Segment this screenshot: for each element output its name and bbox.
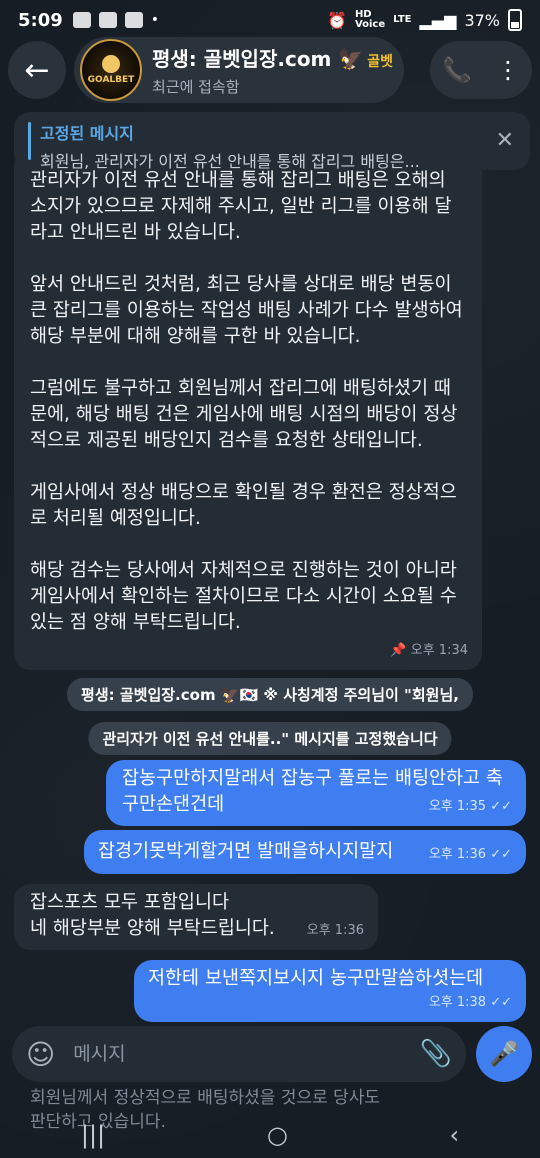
message-outgoing[interactable]: 저한테 보낸쪽지보시지 농구만말씀하셧는데 오후 1:38 ✓✓ <box>134 960 526 1022</box>
name-tag: 골벳 <box>367 54 394 70</box>
back-button[interactable]: ← <box>8 41 66 99</box>
system-icons: ⏰ HD Voice LTE ▂▄▆ 37% <box>327 9 522 31</box>
message-text: 잡경기못박게할거면 발매을하시지말지 <box>98 841 394 862</box>
message-time: 오후 1:36 ✓✓ <box>428 847 512 862</box>
message-paragraph: 게임사에서 정상 배당으로 확인될 경우 환전은 정상적으로 처리될 예정입니다… <box>30 482 457 529</box>
message-incoming[interactable]: 잡스포츠 모두 포함입니다 네 해당부분 양해 부탁드립니다. 오후 1:36 <box>14 884 378 950</box>
message-paragraph: 그럼에도 불구하고 회원님께서 잡리그에 배팅하셨기 때문에, 해당 배팅 건은… <box>30 378 458 451</box>
notification-icons: • <box>72 12 160 28</box>
message-outgoing[interactable]: 잡경기못박게할거면 발매을하시지말지 오후 1:36 ✓✓ <box>84 830 526 874</box>
message-text: 잡스포츠 모두 포함입니다 <box>30 892 229 913</box>
dot-icon: • <box>150 12 160 28</box>
pinned-title: 고정된 메시지 <box>40 124 134 143</box>
message-paragraph: 해당 검수는 당사에서 자체적으로 진행하는 것이 아니라 게임사에서 확인하는… <box>30 560 457 633</box>
smiley-icon[interactable]: ☺ <box>26 1038 55 1071</box>
alarm-icon: ⏰ <box>327 10 347 30</box>
pinned-preview: 회원님, 관리자가 이전 유선 안내를 통해 잡리그 배팅은... <box>40 152 420 171</box>
network-indicator: LTE <box>393 14 412 25</box>
gallery-notification-icon <box>98 12 117 28</box>
underlay-line: 회원님께서 정상적으로 배팅하셨을 것으로 당사도 <box>30 1088 381 1108</box>
battery-icon <box>508 9 522 31</box>
message-text: 저한테 보낸쪽지보시지 농구만말씀하셧는데 <box>148 968 484 989</box>
message-time: 📌 오후 1:34 <box>390 643 468 658</box>
app-notification-icon <box>72 12 91 28</box>
service-message: 관리자가 이전 유선 안내를.." 메시지를 고정했습니다 <box>88 722 452 755</box>
system-nav-bar: ||| ○ ‹ <box>0 1112 540 1158</box>
eagle-icon: 🦅 <box>331 47 364 71</box>
back-nav-icon[interactable]: ‹ <box>450 1121 460 1149</box>
message-paragraph: 관리자가 이전 유선 안내를 통해 잡리그 배팅은 오해의 소지가 있으므로 자… <box>30 170 452 243</box>
pin-icon: 📌 <box>390 643 411 658</box>
paperclip-icon[interactable]: 📎 <box>420 1039 452 1069</box>
avatar-label: GOALBET <box>87 75 135 85</box>
last-seen: 최근에 접속함 <box>152 78 240 96</box>
recents-icon[interactable]: ||| <box>81 1121 105 1149</box>
clock: 5:09 <box>18 9 63 31</box>
close-icon[interactable]: ✕ <box>496 128 514 153</box>
chat-header: ← GOALBET 평생: 골벳입장.com 🦅 골벳 최근에 접속함 📞 ⋮ <box>8 34 532 106</box>
message-input[interactable] <box>73 1043 394 1065</box>
status-bar: 5:09 • ⏰ HD Voice LTE ▂▄▆ 37% <box>0 0 540 40</box>
message-incoming-long[interactable]: 관리자가 이전 유선 안내를 통해 잡리그 배팅은 오해의 소지가 있으므로 자… <box>14 150 482 670</box>
message-paragraph: 앞서 안내드린 것처럼, 최근 당사를 상대로 배당 변동이 큰 잡리그를 이용… <box>30 274 463 347</box>
service-message: 평생: 골벳입장.com 🦅🇰🇷 ※ 사칭계정 주의님이 "회원님, <box>67 678 473 711</box>
phone-icon[interactable]: 📞 <box>442 56 472 84</box>
more-vertical-icon[interactable]: ⋮ <box>496 56 520 84</box>
microphone-icon: 🎤 <box>489 1040 519 1068</box>
telegram-notification-icon <box>124 12 143 28</box>
battery-percent: 37% <box>464 10 500 30</box>
message-time: 오후 1:38 ✓✓ <box>428 995 512 1010</box>
microphone-button[interactable]: 🎤 <box>476 1026 532 1082</box>
pinned-message-bar[interactable]: 고정된 메시지 회원님, 관리자가 이전 유선 안내를 통해 잡리그 배팅은..… <box>14 112 530 171</box>
home-icon[interactable]: ○ <box>267 1121 288 1149</box>
hd-voice-indicator: HD Voice <box>354 9 386 30</box>
chat-name: 평생: 골벳입장.com 🦅 골벳 <box>152 47 394 71</box>
header-actions: 📞 ⋮ <box>430 41 532 99</box>
signal-icon: ▂▄▆ <box>419 10 457 30</box>
avatar[interactable]: GOALBET <box>80 39 142 101</box>
logo-icon <box>102 55 120 73</box>
message-time: 오후 1:35 ✓✓ <box>428 799 512 814</box>
arrow-left-icon: ← <box>24 52 50 88</box>
message-outgoing[interactable]: 잡농구만하지말래서 잡농구 풀로는 배팅안하고 축구만손댄건데 오후 1:35 … <box>106 760 526 826</box>
message-time: 오후 1:36 <box>306 923 364 938</box>
message-composer: ☺ 📎 <box>12 1026 466 1082</box>
chat-title-area[interactable]: GOALBET 평생: 골벳입장.com 🦅 골벳 최근에 접속함 <box>74 37 404 103</box>
